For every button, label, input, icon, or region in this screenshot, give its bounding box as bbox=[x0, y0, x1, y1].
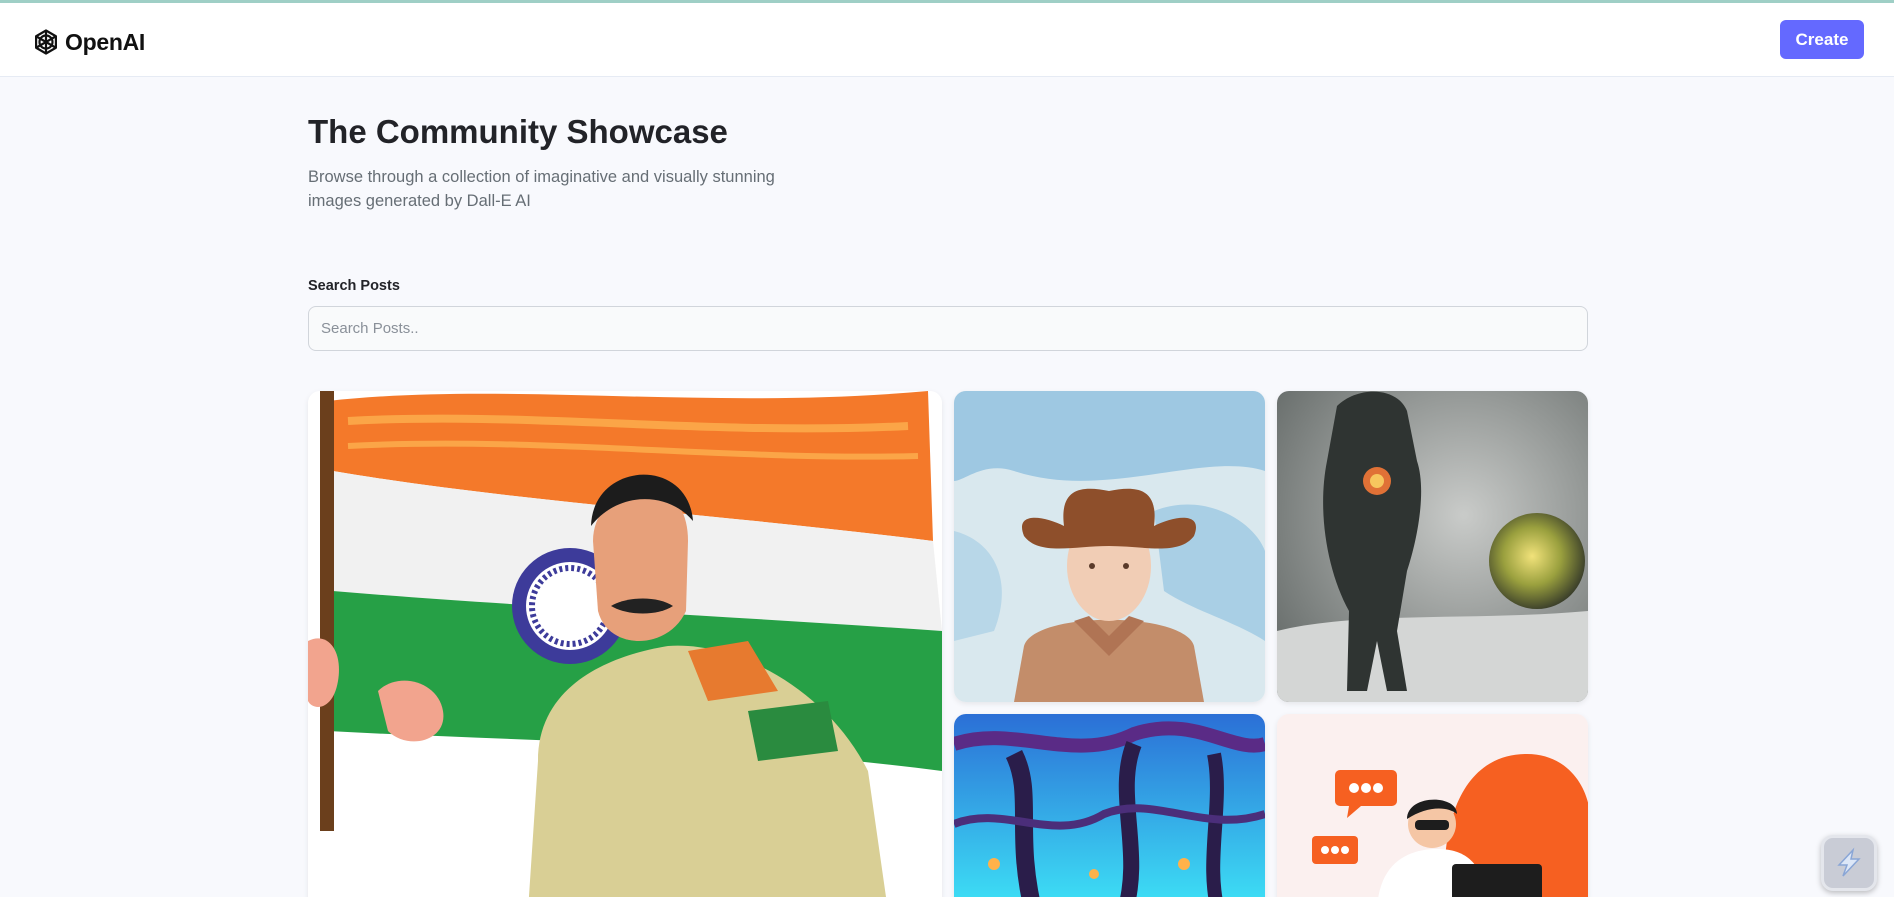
gallery-card-cowboy[interactable] bbox=[954, 391, 1265, 702]
gallery-card-indian-flag[interactable] bbox=[308, 391, 942, 897]
gallery-card-neon-forest[interactable] bbox=[954, 714, 1265, 897]
gallery-image bbox=[954, 714, 1265, 897]
logo-text: OpenAI bbox=[65, 28, 145, 55]
gallery-card-astronaut[interactable] bbox=[1277, 391, 1588, 702]
page-subtitle: Browse through a collection of imaginati… bbox=[308, 168, 775, 210]
gallery-image bbox=[1277, 391, 1588, 702]
create-button[interactable]: Create bbox=[1780, 20, 1864, 59]
openai-logo[interactable]: OpenAI bbox=[31, 27, 145, 57]
lightning-bolt-icon bbox=[1837, 847, 1861, 877]
gallery-image bbox=[1277, 714, 1588, 897]
search-label: Search Posts bbox=[308, 278, 400, 294]
openai-logo-icon bbox=[35, 29, 57, 55]
page-title: The Community Showcase bbox=[308, 113, 728, 150]
gallery-card-computer-chat[interactable] bbox=[1277, 714, 1588, 897]
floating-widget-button[interactable] bbox=[1821, 835, 1877, 891]
gallery-image bbox=[954, 391, 1265, 702]
search-input[interactable] bbox=[308, 306, 1588, 351]
top-navbar: OpenAI Create bbox=[0, 3, 1894, 77]
gallery-image bbox=[308, 391, 942, 897]
